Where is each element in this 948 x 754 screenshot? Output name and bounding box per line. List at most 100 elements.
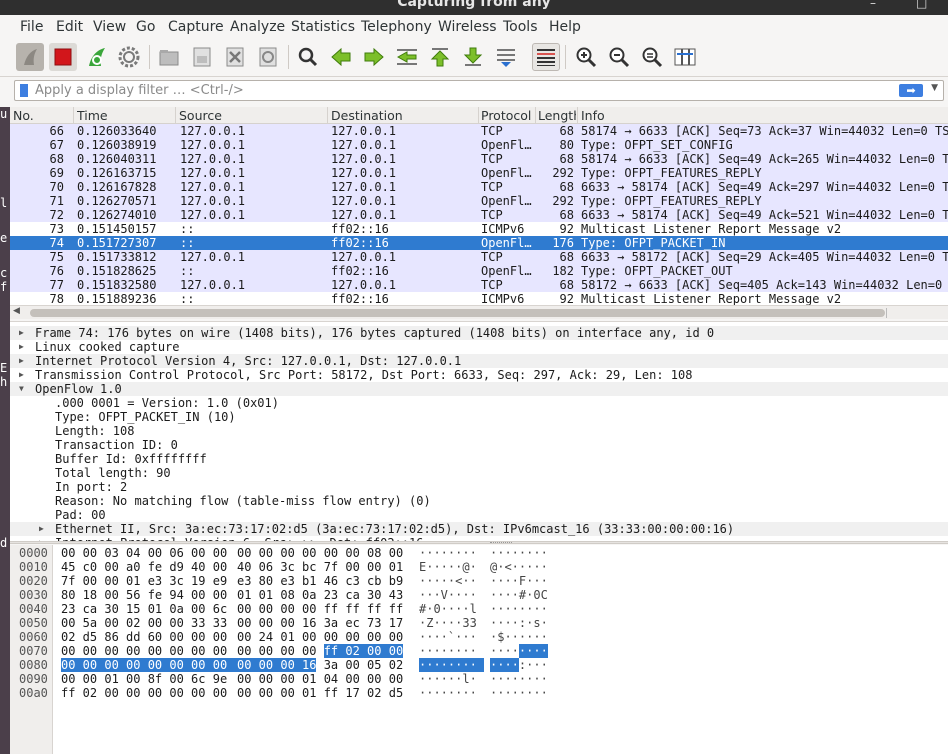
tree-collapsed-icon[interactable]: ▶ (19, 368, 24, 382)
go-back-icon[interactable] (327, 43, 355, 71)
column-header-info[interactable]: Info (581, 108, 605, 123)
packet-row[interactable]: 69 0.126163715 127.0.0.1 127.0.0.1 OpenFl… 29… (10, 166, 948, 180)
menu-statistics[interactable]: Statistics (291, 19, 355, 35)
detail-tree-item[interactable]: Transaction ID: 0 (10, 438, 948, 452)
tree-expanded-icon[interactable]: ▼ (19, 382, 24, 396)
tree-collapsed-icon[interactable]: ▶ (19, 354, 24, 368)
resize-columns-icon[interactable] (671, 43, 699, 71)
ascii-bytes: ·Z····33 (419, 616, 477, 630)
detail-tree-item[interactable]: Total length: 90 (10, 466, 948, 480)
menu-tools[interactable]: Tools (503, 19, 538, 35)
filter-dropdown-icon[interactable]: ▼ (931, 83, 938, 93)
hex-row[interactable]: 0050 00 5a 00 02 00 00 33 33 00 00 00 16 3… (10, 616, 948, 630)
menu-telephony[interactable]: Telephony (361, 19, 432, 35)
hex-row[interactable]: 0020 7f 00 00 01 e3 3c 19 e9 e3 80 e3 b1 4… (10, 574, 948, 588)
close-file-icon[interactable] (221, 43, 249, 71)
detail-tree-item[interactable]: In port: 2 (10, 480, 948, 494)
go-to-packet-icon[interactable] (393, 43, 421, 71)
packet-row[interactable]: 66 0.126033640 127.0.0.1 127.0.0.1 TCP 68 5817… (10, 124, 948, 138)
tree-collapsed-icon[interactable]: ▶ (39, 522, 44, 536)
zoom-in-icon[interactable] (572, 43, 600, 71)
apply-filter-arrow-icon[interactable]: ➡ (899, 84, 923, 97)
colorize-icon[interactable] (532, 43, 560, 71)
go-forward-icon[interactable] (360, 43, 388, 71)
maximize-icon[interactable]: □ (916, 0, 927, 10)
detail-text: Total length: 90 (55, 466, 171, 480)
packet-row[interactable]: 76 0.151828625:: ff02::16 OpenFl… 182 Type: O… (10, 264, 948, 278)
packet-no: 74 (49, 236, 64, 250)
menu-wireless[interactable]: Wireless (438, 19, 497, 35)
scrollbar-thumb[interactable] (30, 309, 885, 317)
packet-list-hscrollbar[interactable]: ◀ (10, 305, 948, 319)
ascii-bytes: ·····<·· (419, 574, 477, 588)
detail-tree-item[interactable]: ▼ OpenFlow 1.0 (10, 382, 948, 396)
detail-tree-item[interactable]: Buffer Id: 0xffffffff (10, 452, 948, 466)
menu-capture[interactable]: Capture (168, 19, 224, 35)
detail-tree-item[interactable]: ▶ Frame 74: 176 bytes on wire (1408 bits)… (10, 326, 948, 340)
column-header-time[interactable]: Time (77, 108, 108, 123)
menu-go[interactable]: Go (136, 19, 155, 35)
detail-tree-item[interactable]: Pad: 00 (10, 508, 948, 522)
hex-row[interactable]: 0030 80 18 00 56 fe 94 00 00 01 01 08 0a 2… (10, 588, 948, 602)
autoscroll-icon[interactable] (492, 43, 520, 71)
column-header-source[interactable]: Source (179, 108, 222, 123)
menu-help[interactable]: Help (549, 19, 581, 35)
capture-options-gear-icon[interactable] (115, 43, 143, 71)
ascii-highlight: ···· (518, 644, 548, 658)
hex-row[interactable]: 0060 02 d5 86 dd 60 00 00 00 00 24 01 00 0… (10, 630, 948, 644)
detail-tree-item[interactable]: ▶ Ethernet II, Src: 3a:ec:73:17:02:d5 (3a… (10, 522, 948, 536)
column-header-destination[interactable]: Destination (331, 108, 403, 123)
hex-row[interactable]: 0070 00 00 00 00 00 00 00 00 00 00 00 00 f… (10, 644, 948, 658)
hex-row[interactable]: 0090 00 00 01 00 8f 00 6c 9e 00 00 00 01 0… (10, 672, 948, 686)
zoom-out-icon[interactable] (605, 43, 633, 71)
display-filter-input[interactable] (35, 82, 895, 99)
packet-row[interactable]: 68 0.126040311 127.0.0.1 127.0.0.1 TCP 68 5817… (10, 152, 948, 166)
hex-row[interactable]: 0040 23 ca 30 15 01 0a 00 6c 00 00 00 00 f… (10, 602, 948, 616)
packet-row[interactable]: 74 0.151727307:: ff02::16 OpenFl… 176 Type: O… (10, 236, 948, 250)
zoom-reset-icon[interactable] (638, 43, 666, 71)
hex-row[interactable]: 0010 45 c0 00 a0 fe d9 40 00 40 06 3c bc 7… (10, 560, 948, 574)
hex-row[interactable]: 0080 00 00 00 00 00 00 00 00 00 00 00 16 … (10, 658, 948, 672)
detail-tree-item[interactable]: ▶ Transmission Control Protocol, Src Port… (10, 368, 948, 382)
reload-file-icon[interactable] (254, 43, 282, 71)
column-header-protocol[interactable]: Protocol (481, 108, 531, 123)
detail-tree-item[interactable]: Reason: No matching flow (table-miss flo… (10, 494, 948, 508)
menu-edit[interactable]: Edit (56, 19, 83, 35)
stop-capture-icon[interactable] (49, 43, 77, 71)
find-packet-icon[interactable] (294, 43, 322, 71)
packet-row[interactable]: 70 0.126167828 127.0.0.1 127.0.0.1 TCP 68 6633… (10, 180, 948, 194)
shark-fin-start-icon[interactable] (16, 43, 44, 71)
packet-row[interactable]: 67 0.126038919 127.0.0.1 127.0.0.1 OpenFl… 80… (10, 138, 948, 152)
packet-row[interactable]: 72 0.126274010 127.0.0.1 127.0.0.1 TCP 68 6633… (10, 208, 948, 222)
filter-bookmark-icon[interactable] (20, 84, 28, 97)
scroll-left-icon[interactable]: ◀ (13, 306, 20, 316)
hex-offset: 0070 (19, 644, 48, 658)
hex-row[interactable]: 00a0 ff 02 00 00 00 00 00 00 00 00 00 01 f… (10, 686, 948, 700)
save-file-icon[interactable] (188, 43, 216, 71)
open-file-icon[interactable] (155, 43, 183, 71)
menu-file[interactable]: File (20, 19, 43, 35)
detail-tree-item[interactable]: Length: 108 (10, 424, 948, 438)
detail-tree-item[interactable]: ▶ Internet Protocol Version 4, Src: 127.0… (10, 354, 948, 368)
hex-row[interactable]: 0000 00 00 03 04 00 06 00 00 00 00 00 00 0… (10, 546, 948, 560)
column-header-length[interactable]: Length (538, 108, 576, 123)
tree-collapsed-icon[interactable]: ▶ (19, 340, 24, 354)
detail-tree-item[interactable]: .000 0001 = Version: 1.0 (0x01) (10, 396, 948, 410)
tree-collapsed-icon[interactable]: ▶ (19, 326, 24, 340)
restart-capture-icon[interactable] (82, 43, 110, 71)
main-toolbar (0, 39, 948, 77)
detail-tree-item[interactable]: ▶ Linux cooked capture (10, 340, 948, 354)
pane-divider[interactable] (10, 541, 948, 544)
go-last-packet-icon[interactable] (459, 43, 487, 71)
packet-row[interactable]: 78 0.151889236:: ff02::16 ICMPv6 92 Multicast… (10, 292, 948, 306)
packet-row[interactable]: 75 0.151733812 127.0.0.1 127.0.0.1 TCP 68 6633… (10, 250, 948, 264)
column-header-no[interactable]: No. (13, 108, 34, 123)
menu-view[interactable]: View (93, 19, 126, 35)
minimize-icon[interactable]: – (870, 0, 876, 10)
packet-row[interactable]: 71 0.126270571 127.0.0.1 127.0.0.1 OpenFl… 29… (10, 194, 948, 208)
detail-tree-item[interactable]: Type: OFPT_PACKET_IN (10) (10, 410, 948, 424)
packet-row[interactable]: 73 0.151450157:: ff02::16 ICMPv6 92 Multicast… (10, 222, 948, 236)
packet-row[interactable]: 77 0.151832580 127.0.0.1 127.0.0.1 TCP 68 5817… (10, 278, 948, 292)
go-first-packet-icon[interactable] (426, 43, 454, 71)
menu-analyze[interactable]: Analyze (230, 19, 285, 35)
